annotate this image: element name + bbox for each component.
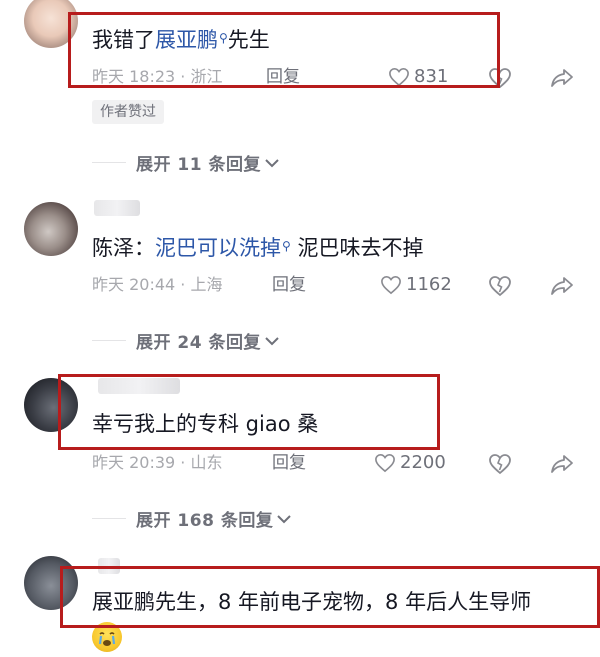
expand-replies-label: 展开 24 条回复 <box>136 333 261 353</box>
chevron-down-icon <box>265 158 279 167</box>
highlight-box <box>60 566 600 628</box>
comment-time-location: 昨天 20:44 · 上海 <box>92 275 223 294</box>
expand-replies-label: 展开 11 条回复 <box>136 155 261 175</box>
expand-replies-button[interactable]: 展开 168 条回复 <box>92 506 292 531</box>
share-icon[interactable] <box>550 67 574 89</box>
expand-replies-label: 展开 168 条回复 <box>136 511 274 531</box>
username-blurred[interactable] <box>94 200 140 216</box>
like-count: 2200 <box>400 452 446 473</box>
expand-replies-button[interactable]: 展开 11 条回复 <box>92 150 279 175</box>
share-icon[interactable] <box>550 453 574 475</box>
like-button[interactable]: 1162 <box>380 274 452 296</box>
reply-button[interactable]: 回复 <box>272 452 306 474</box>
heart-icon <box>381 275 401 295</box>
mention-prefix: 陈泽： <box>92 236 155 260</box>
comment-text: 陈泽：泥巴可以洗掉⚲ 泥巴味去不掉 <box>92 234 423 262</box>
highlight-box <box>68 12 500 88</box>
divider-line <box>92 340 126 341</box>
highlight-box <box>58 374 440 450</box>
divider-line <box>92 162 126 163</box>
topic-link[interactable]: 泥巴可以洗掉 <box>155 236 281 260</box>
comment-text-suffix: 泥巴味去不掉 <box>297 236 424 260</box>
like-button[interactable]: 2200 <box>374 452 446 474</box>
reply-button[interactable]: 回复 <box>272 274 306 296</box>
chevron-down-icon <box>265 336 279 345</box>
dislike-heart-icon[interactable] <box>488 453 512 475</box>
divider-line <box>92 518 126 519</box>
author-liked-badge: 作者赞过 <box>92 100 164 124</box>
dislike-heart-icon[interactable] <box>488 275 512 297</box>
heart-icon <box>375 453 395 473</box>
expand-replies-button[interactable]: 展开 24 条回复 <box>92 328 279 353</box>
comment-time-location: 昨天 20:39 · 山东 <box>92 453 223 472</box>
share-icon[interactable] <box>550 275 574 297</box>
search-magnifier-icon[interactable]: ⚲ <box>282 239 291 253</box>
chevron-down-icon <box>277 514 292 523</box>
like-count: 1162 <box>406 274 452 295</box>
avatar[interactable] <box>24 202 78 256</box>
